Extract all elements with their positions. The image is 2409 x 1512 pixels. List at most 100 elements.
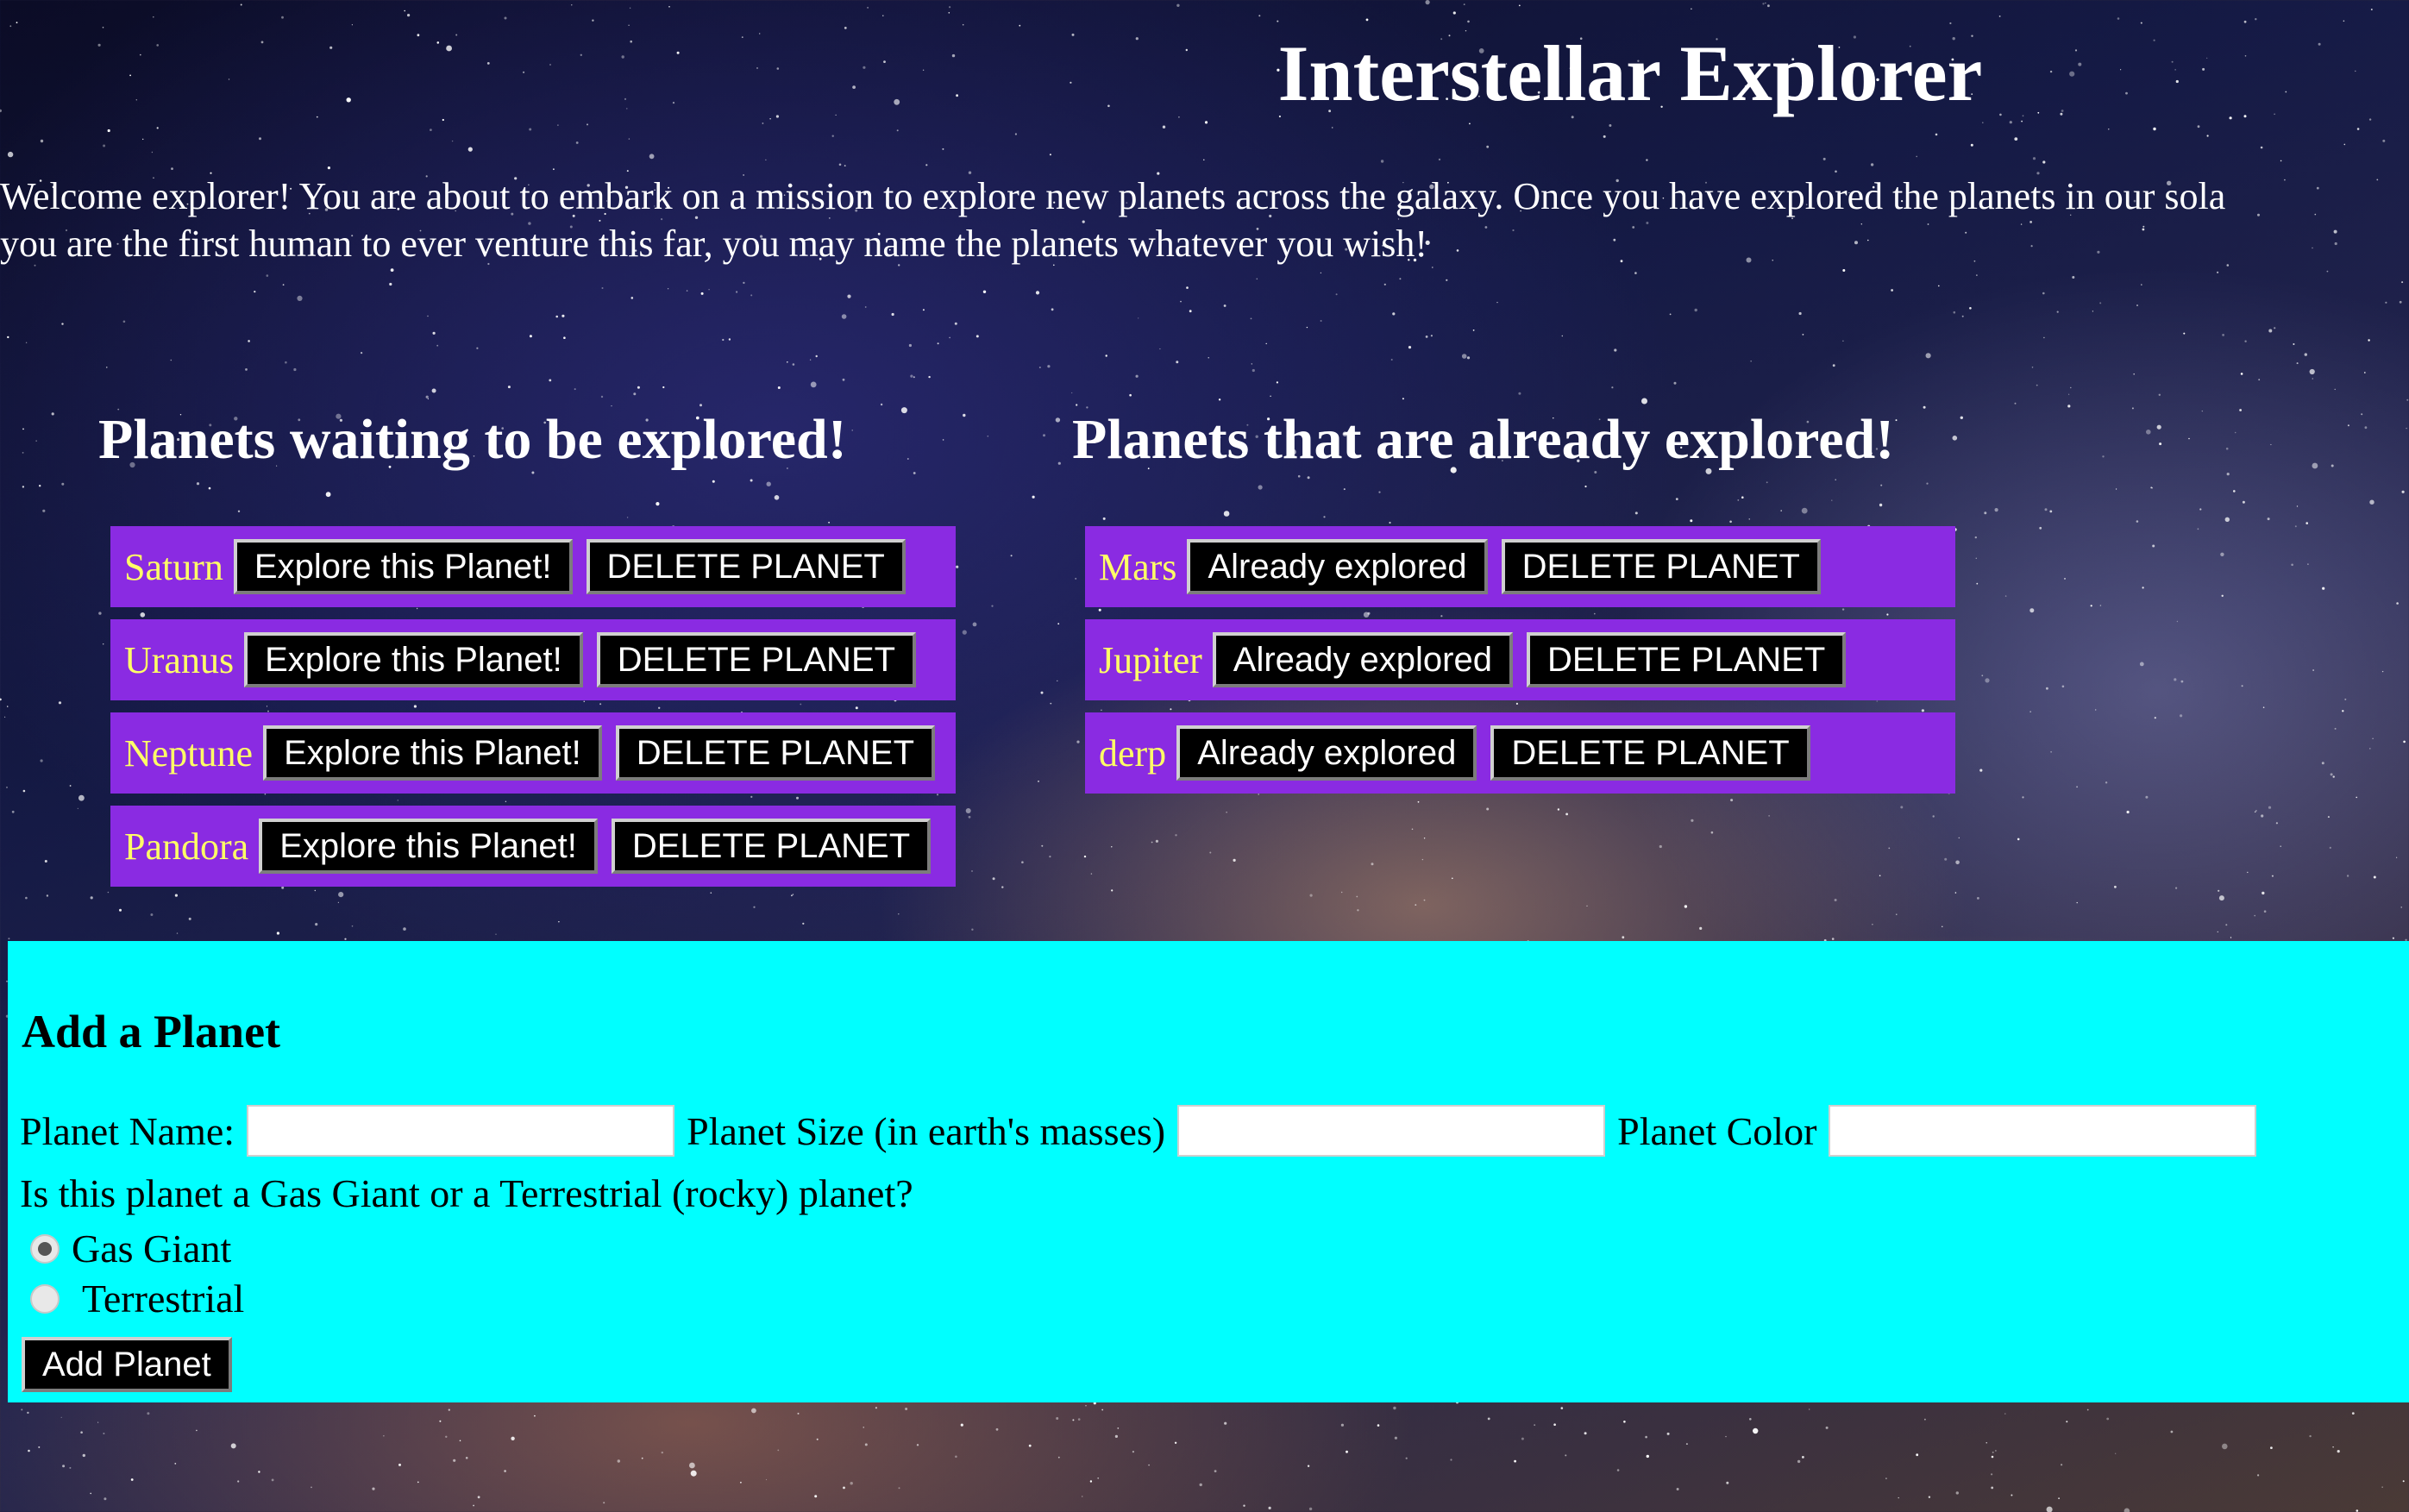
star xyxy=(465,1457,468,1459)
planet-row-jupiter: Jupiter Already explored DELETE PLANET xyxy=(1085,619,1955,700)
star xyxy=(1014,133,1017,135)
star xyxy=(1421,858,1424,861)
star xyxy=(2381,1486,2383,1488)
star xyxy=(281,16,284,19)
star xyxy=(905,1408,908,1410)
star xyxy=(439,1420,442,1422)
star xyxy=(1955,860,1960,865)
star xyxy=(1741,496,1744,499)
radio-option-gas-giant[interactable]: Gas Giant xyxy=(30,1226,231,1271)
star xyxy=(1250,317,1252,320)
explore-planet-button[interactable]: Explore this Planet! xyxy=(244,632,583,687)
star xyxy=(404,9,406,12)
star xyxy=(1879,875,1881,876)
delete-planet-button[interactable]: DELETE PLANET xyxy=(1501,539,1821,594)
star xyxy=(1277,20,1279,22)
star xyxy=(1842,340,1844,342)
star xyxy=(2280,160,2282,162)
star xyxy=(2239,409,2243,411)
star xyxy=(2247,871,2249,874)
star xyxy=(864,306,867,308)
star xyxy=(2099,302,2102,304)
explore-planet-button[interactable]: Explore this Planet! xyxy=(259,819,598,874)
page-title: Interstellar Explorer xyxy=(1277,29,1983,117)
star xyxy=(700,292,704,295)
star xyxy=(787,361,788,363)
star xyxy=(2254,811,2256,813)
planet-name-input[interactable] xyxy=(247,1105,675,1157)
star xyxy=(1832,364,1835,367)
delete-planet-button[interactable]: DELETE PLANET xyxy=(586,539,906,594)
delete-planet-button[interactable]: DELETE PLANET xyxy=(611,819,932,874)
star xyxy=(2151,487,2153,489)
star xyxy=(151,151,154,154)
star xyxy=(2406,398,2409,401)
star xyxy=(828,521,830,524)
star xyxy=(2334,388,2336,391)
star xyxy=(1308,1507,1313,1511)
star xyxy=(2221,594,2224,597)
star xyxy=(2188,437,2190,440)
star xyxy=(949,6,951,9)
delete-planet-button[interactable]: DELETE PLANET xyxy=(596,632,917,687)
planet-row-derp: derp Already explored DELETE PLANET xyxy=(1085,712,1955,794)
star xyxy=(2309,1434,2312,1438)
radio-option-terrestrial[interactable]: Terrestrial xyxy=(30,1276,244,1321)
star xyxy=(2222,1443,2228,1450)
star xyxy=(1565,812,1568,816)
star xyxy=(1010,555,1013,557)
already-explored-button[interactable]: Already explored xyxy=(1187,539,1488,594)
unexplored-list: Saturn Explore this Planet! DELETE PLANE… xyxy=(110,526,956,899)
star xyxy=(2385,301,2387,304)
delete-planet-button[interactable]: DELETE PLANET xyxy=(615,725,936,781)
star xyxy=(2139,662,2144,667)
star xyxy=(777,386,781,389)
star xyxy=(1802,1456,1804,1459)
star xyxy=(389,282,392,286)
star xyxy=(2011,1494,2013,1496)
star xyxy=(2382,139,2386,142)
planet-size-input[interactable] xyxy=(1177,1105,1606,1157)
star xyxy=(39,485,41,487)
star xyxy=(1949,22,1952,25)
star xyxy=(511,1436,515,1441)
star xyxy=(976,335,979,338)
star xyxy=(7,151,14,158)
already-explored-button[interactable]: Already explored xyxy=(1176,725,1477,781)
star xyxy=(1331,127,1333,129)
add-planet-button[interactable]: Add Planet xyxy=(22,1337,232,1392)
star xyxy=(2396,602,2399,605)
delete-planet-button[interactable]: DELETE PLANET xyxy=(1526,632,1847,687)
star xyxy=(2321,762,2324,765)
star xyxy=(1258,485,1263,490)
star xyxy=(2159,442,2162,446)
gas-giant-radio[interactable] xyxy=(30,1233,60,1264)
star xyxy=(1888,847,1891,850)
star xyxy=(1496,302,1498,304)
star xyxy=(1097,1477,1100,1479)
star xyxy=(2014,137,2018,141)
star xyxy=(2044,508,2048,511)
explore-planet-button[interactable]: Explore this Planet! xyxy=(263,725,602,781)
star xyxy=(46,894,49,897)
star xyxy=(2217,271,2219,273)
star xyxy=(282,284,285,286)
star xyxy=(2042,292,2045,295)
star xyxy=(831,135,834,137)
star xyxy=(2136,304,2138,306)
star xyxy=(1307,1465,1310,1467)
star xyxy=(130,1478,134,1481)
star xyxy=(2402,1480,2405,1483)
star xyxy=(2331,464,2334,467)
star xyxy=(1565,1454,1567,1457)
star xyxy=(21,1408,23,1411)
star xyxy=(956,565,959,568)
star xyxy=(797,1412,800,1415)
delete-planet-button[interactable]: DELETE PLANET xyxy=(1490,725,1810,781)
star xyxy=(1233,858,1236,863)
explore-planet-button[interactable]: Explore this Planet! xyxy=(233,539,573,594)
planet-color-input[interactable] xyxy=(1829,1105,2257,1157)
star xyxy=(2396,856,2398,858)
terrestrial-radio[interactable] xyxy=(30,1283,60,1314)
already-explored-button[interactable]: Already explored xyxy=(1212,632,1513,687)
